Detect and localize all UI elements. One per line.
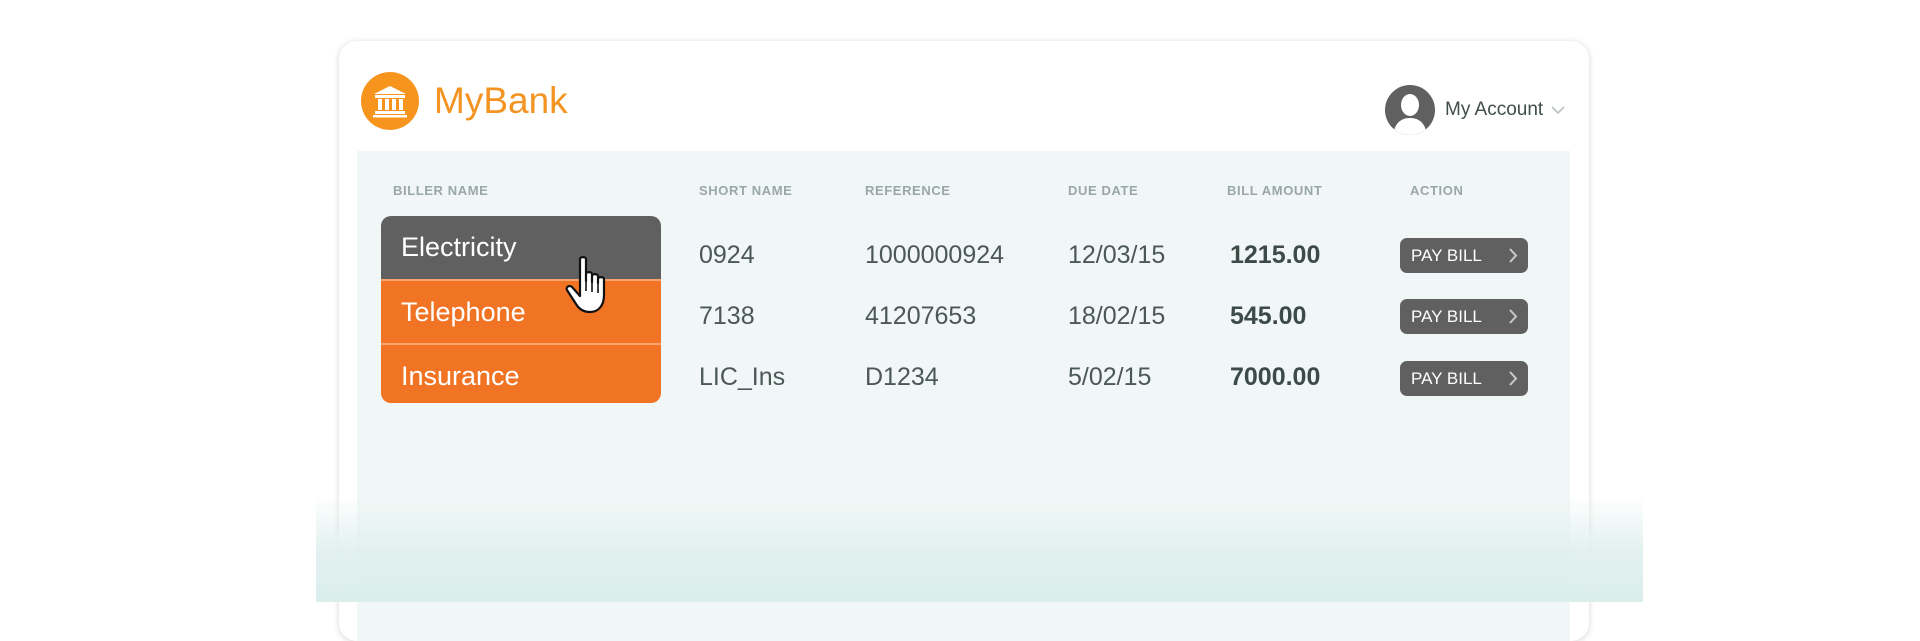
short-name-cell: 0924 [699,241,755,269]
chevron-down-icon [1551,105,1565,114]
pay-bill-button[interactable]: PAY BILL [1400,361,1528,396]
pay-bill-label: PAY BILL [1411,245,1482,265]
account-menu[interactable]: My Account [1385,85,1565,135]
due-date-cell: 5/02/15 [1068,363,1152,391]
pay-bill-label: PAY BILL [1411,306,1482,326]
short-name-cell: LIC_Ins [699,363,786,391]
header-short-name: SHORT NAME [699,183,793,198]
due-date-cell: 12/03/15 [1068,241,1166,269]
user-avatar-icon [1385,85,1435,135]
header-action: ACTION [1410,183,1464,198]
logo[interactable]: MyBank [361,72,568,130]
reference-cell: 41207653 [865,302,977,330]
reference-cell: D1234 [865,363,939,391]
pay-bill-button[interactable]: PAY BILL [1400,238,1528,273]
biller-item-insurance[interactable]: Insurance [381,343,661,403]
pay-bill-button[interactable]: PAY BILL [1400,299,1528,334]
pay-bill-label: PAY BILL [1411,368,1482,388]
reference-cell: 1000000924 [865,241,1005,269]
hand-pointer-cursor-icon [565,256,606,314]
bill-amount-cell: 1215.00 [1230,241,1321,269]
chevron-right-icon [1509,371,1518,386]
bill-amount-cell: 545.00 [1230,302,1307,330]
short-name-cell: 7138 [699,302,755,330]
bottom-margin-right [1643,586,1920,602]
chevron-right-icon [1509,248,1518,263]
header-bill-amount: BILL AMOUNT [1227,183,1323,198]
bank-building-icon [361,72,419,130]
account-label: My Account [1445,99,1544,120]
due-date-cell: 18/02/15 [1068,302,1166,330]
header-due-date: DUE DATE [1068,183,1139,198]
chevron-right-icon [1509,309,1518,324]
header-biller-name: BILLER NAME [393,183,489,198]
brand-name: MyBank [434,80,568,121]
bottom-margin-left [0,586,316,602]
bottom-fade [316,497,1643,602]
bill-amount-cell: 7000.00 [1230,363,1321,391]
header-reference: REFERENCE [865,183,951,198]
